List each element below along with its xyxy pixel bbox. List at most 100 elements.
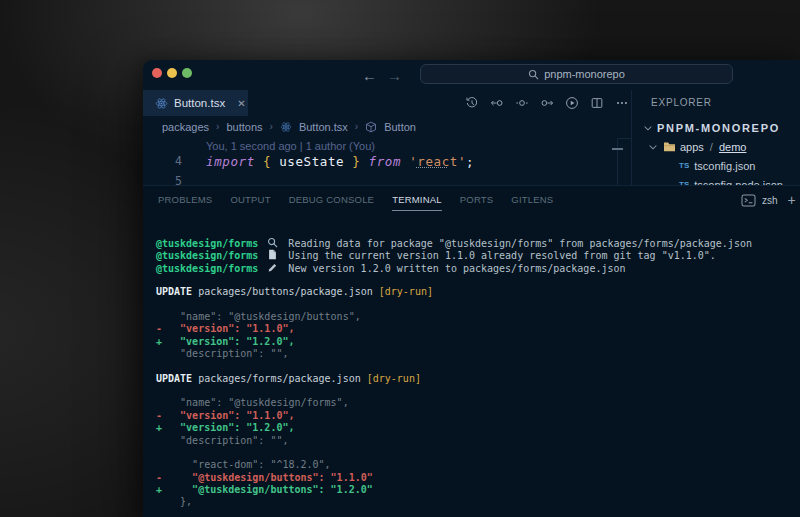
terminal-line: "name": "@tuskdesign/forms", <box>156 397 796 409</box>
terminal-line: - "version": "1.1.0", <box>156 410 796 422</box>
terminal-line: "name": "@tuskdesign/buttons", <box>156 311 796 323</box>
terminal-line: @tuskdesign/formsNew version 1.2.0 writt… <box>156 262 796 274</box>
breadcrumb-separator: › <box>355 121 358 132</box>
file-label: tsconfig.json <box>694 160 755 172</box>
terminal-line: - "version": "1.1.0", <box>156 323 796 335</box>
react-icon <box>155 97 168 110</box>
root-label: PNPM-MONOREPO <box>657 122 780 134</box>
tab-label: Button.tsx <box>174 97 225 109</box>
panel-tabs: PROBLEMS OUTPUT DEBUG CONSOLE TERMINAL P… <box>158 186 553 211</box>
breadcrumbs: packages › buttons › Button.tsx › Button <box>162 116 622 137</box>
terminal-line: + "@tuskdesign/buttons": "1.2.0" <box>156 484 796 496</box>
split-editor-icon[interactable] <box>590 96 604 110</box>
terminal-line: "description": "", <box>156 435 796 447</box>
close-tab-icon[interactable]: ✕ <box>237 98 245 109</box>
bottom-panel: PROBLEMS OUTPUT DEBUG CONSOLE TERMINAL P… <box>143 185 800 517</box>
tree-file-tsconfig-json[interactable]: TS tsconfig.json <box>632 156 800 175</box>
change-circle-icon[interactable] <box>515 96 529 110</box>
folder-path-separator: / <box>708 141 715 153</box>
overview-ruler-line-h <box>617 138 631 139</box>
terminal-icon <box>741 194 756 207</box>
code-space <box>401 154 409 169</box>
editor-actions <box>465 90 629 116</box>
titlebar: ← → pnpm-monorepo <box>143 60 800 90</box>
code-import: import <box>206 154 255 169</box>
minimize-window-button[interactable] <box>167 68 177 78</box>
back-icon[interactable]: ← <box>362 67 377 84</box>
terminal-line <box>156 274 796 286</box>
command-center-search[interactable]: pnpm-monorepo <box>420 64 733 84</box>
chevron-down-icon <box>642 122 654 134</box>
breadcrumb-separator: › <box>270 121 273 132</box>
terminal-line <box>156 299 796 311</box>
code-line-4: import { useState } from 'react'; <box>206 153 474 170</box>
shell-label: zsh <box>762 195 778 206</box>
run-icon[interactable] <box>565 96 579 110</box>
code-semicolon: ; <box>466 154 474 169</box>
terminal-line: @tuskdesign/formsReading data for packag… <box>156 237 796 249</box>
chevron-down-icon <box>647 141 659 153</box>
search-value: pnpm-monorepo <box>544 68 625 80</box>
code-usestate: useState <box>279 154 344 169</box>
explorer-sidebar: EXPLORER PNPM-MONOREPO apps / demo TS tsco… <box>631 90 800 185</box>
more-actions-icon[interactable] <box>615 96 629 110</box>
gitlens-blame-annotation: You, 1 second ago | 1 author (You) <box>206 139 375 153</box>
new-terminal-icon[interactable]: + <box>788 192 796 208</box>
breadcrumb-button-tsx[interactable]: Button.tsx <box>299 121 348 133</box>
tab-button-tsx[interactable]: Button.tsx ✕ <box>143 90 248 116</box>
code-close-brace: } <box>344 154 368 169</box>
tree-root-pnpm-monorepo[interactable]: PNPM-MONOREPO <box>632 118 800 137</box>
breadcrumb-button-symbol[interactable]: Button <box>384 121 416 133</box>
terminal-line: + "version": "1.2.0", <box>156 336 796 348</box>
terminal-line: }, <box>156 496 796 508</box>
terminal-line <box>156 360 796 372</box>
line-number-4: 4 <box>143 153 182 170</box>
forward-icon[interactable]: → <box>387 67 402 84</box>
terminal-line <box>156 447 796 459</box>
tree-folder-apps-demo[interactable]: apps / demo <box>632 137 800 156</box>
code-from: from <box>369 154 402 169</box>
next-change-icon[interactable] <box>540 96 554 110</box>
breadcrumb-separator: › <box>216 121 219 132</box>
search-icon <box>528 69 539 80</box>
editor[interactable]: 4 5 You, 1 second ago | 1 author (You) i… <box>143 137 631 185</box>
file-tree: PNPM-MONOREPO apps / demo TS tsconfig.json… <box>632 118 800 185</box>
scrollbar-thumb[interactable] <box>612 148 623 150</box>
panel-tab-gitlens[interactable]: GITLENS <box>511 186 553 211</box>
code-open-brace: { <box>255 154 279 169</box>
panel-tab-debug-console[interactable]: DEBUG CONSOLE <box>289 186 374 211</box>
traffic-lights <box>152 68 192 78</box>
panel-tab-problems[interactable]: PROBLEMS <box>158 186 212 211</box>
typescript-icon: TS <box>679 161 689 170</box>
tree-file-tsconfig-node-json[interactable]: TS tsconfig.node.json <box>632 175 800 185</box>
terminal-shell-selector[interactable]: zsh + <box>741 192 796 208</box>
history-icon[interactable] <box>465 96 479 110</box>
terminal-line <box>156 385 796 397</box>
panel-tab-terminal[interactable]: TERMINAL <box>392 186 442 211</box>
panel-tab-ports[interactable]: PORTS <box>460 186 494 211</box>
previous-change-icon[interactable] <box>490 96 504 110</box>
terminal-line: UPDATE packages/forms/package.json [dry-… <box>156 373 796 385</box>
terminal-line: @tuskdesign/formsUsing the current versi… <box>156 249 796 261</box>
overview-ruler-line-v <box>617 138 618 185</box>
terminal-line: + "version": "1.2.0", <box>156 422 796 434</box>
terminal-line: UPDATE packages/buttons/package.json [dr… <box>156 286 796 298</box>
panel-tab-output[interactable]: OUTPUT <box>230 186 270 211</box>
terminal-line: "react-dom": "^18.2.0", <box>156 459 796 471</box>
terminal-line: - "@tuskdesign/buttons": "1.1.0" <box>156 472 796 484</box>
explorer-title: EXPLORER <box>651 90 712 116</box>
symbol-cube-icon <box>365 121 377 133</box>
folder-demo-label: demo <box>719 141 747 153</box>
folder-icon <box>663 141 676 152</box>
maximize-window-button[interactable] <box>182 68 192 78</box>
folder-apps-label: apps <box>680 141 704 153</box>
terminal-content: @tuskdesign/formsReading data for packag… <box>156 237 796 509</box>
code-react-string: 'react' <box>409 154 466 169</box>
terminal-line: "description": "", <box>156 348 796 360</box>
line-number-5: 5 <box>143 173 182 185</box>
breadcrumb-buttons[interactable]: buttons <box>226 121 262 133</box>
close-window-button[interactable] <box>152 68 162 78</box>
react-icon <box>280 121 292 133</box>
pencil-icon <box>267 262 280 276</box>
breadcrumb-packages[interactable]: packages <box>162 121 209 133</box>
